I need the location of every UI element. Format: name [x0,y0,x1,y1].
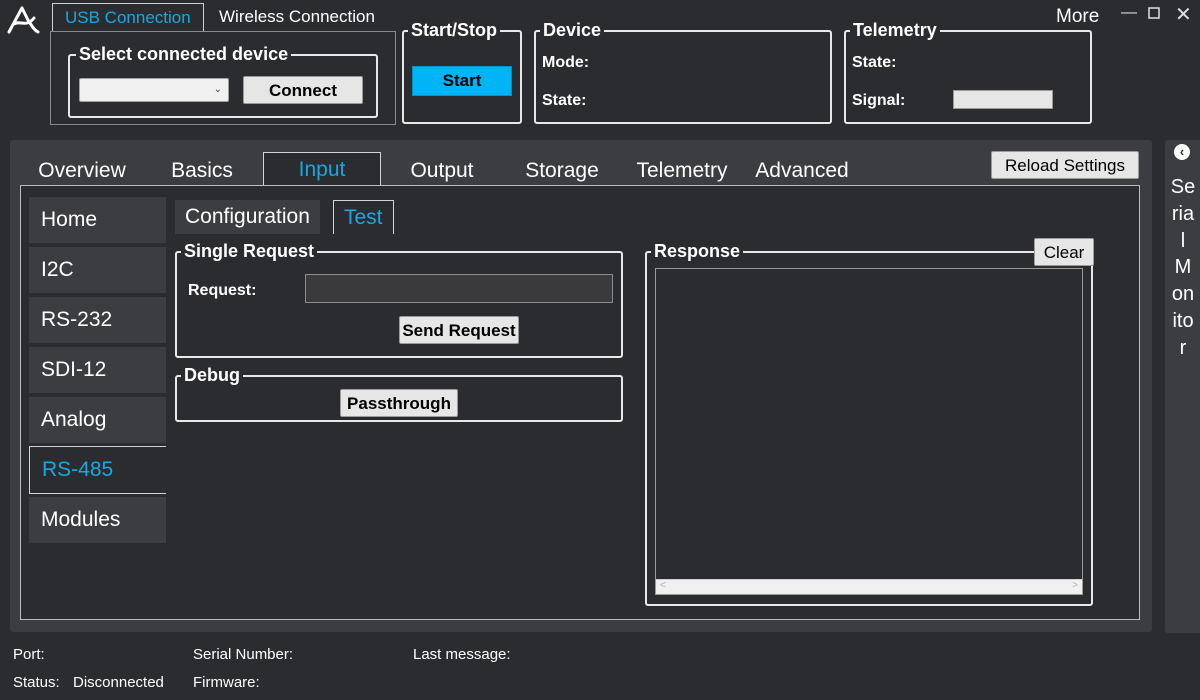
sidebar-item-sdi12[interactable]: SDI-12 [29,347,166,393]
app-logo-icon [4,4,40,36]
signal-strength-bar [953,90,1053,109]
telemetry-title: Telemetry [850,19,940,41]
device-title: Device [540,19,605,41]
minimize-icon[interactable]: — [1121,4,1137,22]
response-content [656,269,1082,277]
sidebar-item-rs232[interactable]: RS-232 [29,297,166,343]
device-state-label: State: [542,92,587,109]
chevron-down-icon: ⌄ [213,84,222,95]
tab-storage[interactable]: Storage [503,154,621,186]
telemetry-signal-label: Signal: [852,92,906,109]
sidebar-item-home[interactable]: Home [29,197,166,243]
device-select[interactable]: ⌄ [79,78,229,102]
sidebar-item-modules[interactable]: Modules [29,497,166,543]
single-request-title: Single Request [181,240,318,262]
response-title: Response [651,240,744,262]
tab-input[interactable]: Input [263,152,381,186]
tab-wireless-connection[interactable]: Wireless Connection [207,3,387,32]
subtab-test[interactable]: Test [333,200,394,234]
subtab-configuration[interactable]: Configuration [175,200,320,234]
tab-advanced[interactable]: Advanced [743,154,861,186]
device-mode-label: Mode: [542,54,590,71]
request-input[interactable] [305,274,613,303]
response-horizontal-scrollbar[interactable]: < > [656,579,1082,594]
status-value: Disconnected [73,674,164,691]
serial-number-label: Serial Number: [193,646,294,663]
firmware-label: Firmware: [193,674,260,691]
passthrough-button[interactable]: Passthrough [340,389,458,417]
maximize-icon[interactable] [1148,6,1160,24]
start-button[interactable]: Start [412,66,512,96]
sidebar-item-i2c[interactable]: I2C [29,247,166,293]
scroll-right-icon[interactable]: > [1072,580,1078,591]
start-stop-title: Start/Stop [408,19,501,41]
reload-settings-button[interactable]: Reload Settings [991,151,1139,179]
tab-telemetry[interactable]: Telemetry [623,154,741,186]
select-device-title: Select connected device [76,43,292,65]
debug-title: Debug [181,364,243,386]
response-textarea[interactable] [655,268,1083,595]
clear-button[interactable]: Clear [1034,238,1094,266]
serial-monitor-label[interactable]: Serial Monitor [1170,174,1196,362]
sidebar-item-analog[interactable]: Analog [29,397,166,443]
tab-usb-connection[interactable]: USB Connection [52,3,204,32]
tab-output[interactable]: Output [383,154,501,186]
status-label: Status: [13,674,60,691]
scroll-left-icon[interactable]: < [660,580,666,591]
tab-overview[interactable]: Overview [23,154,141,186]
chevron-left-icon[interactable]: ‹ [1174,144,1190,160]
tab-basics[interactable]: Basics [143,154,261,186]
request-label: Request: [188,282,257,299]
close-icon[interactable]: ✕ [1175,2,1192,27]
telemetry-state-label: State: [852,54,897,71]
connect-button[interactable]: Connect [243,76,363,104]
port-label: Port: [13,646,45,663]
last-message-label: Last message: [413,646,511,663]
sidebar-item-rs485[interactable]: RS-485 [29,446,166,494]
send-request-button[interactable]: Send Request [399,316,519,344]
more-menu[interactable]: More [1056,6,1099,28]
